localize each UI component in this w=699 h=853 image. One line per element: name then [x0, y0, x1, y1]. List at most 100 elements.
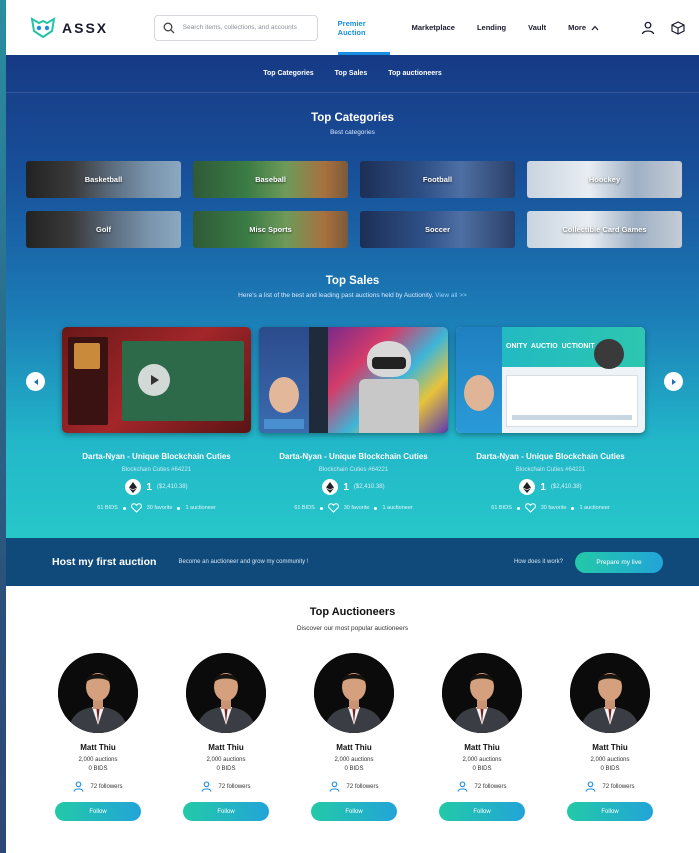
carousel-next-button[interactable]	[664, 372, 683, 391]
follow-button[interactable]: Follow	[55, 802, 141, 821]
sale-card[interactable]: Darta-Nyan - Unique Blockchain Cuties Bl…	[62, 327, 251, 513]
sale-card-title: Darta-Nyan - Unique Blockchain Cuties	[476, 452, 625, 461]
category-misc-sports[interactable]: Misc Sports	[193, 211, 348, 248]
sub-nav: Top Categories Top Sales Top auctioneers	[6, 55, 699, 93]
followers-count: 72 followers	[90, 783, 123, 790]
follow-button[interactable]: Follow	[567, 802, 653, 821]
ethereum-icon	[125, 479, 142, 495]
auctioneer-followers: 72 followers	[329, 781, 379, 792]
auctioneer-bids: 0 BIDS	[88, 766, 108, 772]
avatar[interactable]	[570, 653, 650, 733]
separator-dot	[374, 506, 378, 510]
category-football[interactable]: Football	[360, 161, 515, 198]
nav-more[interactable]: More	[568, 0, 599, 55]
view-all-link[interactable]: View all >>	[435, 292, 467, 299]
heart-icon[interactable]	[130, 503, 142, 513]
subnav-top-categories[interactable]: Top Categories	[263, 70, 313, 77]
category-golf[interactable]: Golf	[26, 211, 181, 248]
followers-count: 72 followers	[474, 783, 507, 790]
chevron-up-icon	[591, 25, 599, 30]
auctioneer-bids: 0 BIDS	[216, 766, 236, 772]
auctioneer-list: Matt Thiu 2,000 auctions 0 BIDS 72 follo…	[55, 653, 653, 821]
follow-button[interactable]: Follow	[311, 802, 397, 821]
top-sales-cards: Darta-Nyan - Unique Blockchain Cuties Bl…	[62, 327, 645, 513]
top-auctioneers-subtitle: Discover our most popular auctioneers	[296, 625, 409, 632]
top-auctioneers-title: Top Auctioneers	[309, 606, 396, 618]
cube-icon[interactable]	[671, 20, 685, 35]
auctioneer-count: 1 auctioneer	[579, 505, 610, 511]
category-label: Baseball	[255, 175, 286, 184]
followers-count: 72 followers	[218, 783, 251, 790]
category-label: Basketball	[84, 175, 123, 184]
sale-card[interactable]: ONITY AUCTIO UCTIONIT Darta-Nyan - Uniqu…	[456, 327, 645, 513]
user-icon[interactable]	[641, 21, 655, 35]
prepare-live-button[interactable]: Prepare my live	[575, 551, 663, 573]
how-it-works-link[interactable]: How does it work?	[514, 559, 563, 565]
category-label: Collectible Card Games	[562, 225, 647, 234]
sale-card[interactable]: Darta-Nyan - Unique Blockchain Cuties Bl…	[259, 327, 448, 513]
category-hoockey[interactable]: Hoockey	[527, 161, 682, 198]
auctioneer-auctions: 2,000 auctions	[334, 757, 374, 763]
nav-lending[interactable]: Lending	[477, 0, 506, 55]
top-sales-subtitle-text: Here's a list of the best and leading pa…	[238, 292, 434, 299]
avatar-portrait	[570, 653, 650, 733]
follow-button[interactable]: Follow	[183, 802, 269, 821]
category-collectible-card-games[interactable]: Collectible Card Games	[527, 211, 682, 248]
sale-card-image[interactable]	[62, 327, 251, 433]
subnav-top-auctioneers[interactable]: Top auctioneers	[388, 70, 442, 77]
auctioneer-followers: 72 followers	[585, 781, 635, 792]
category-baseball[interactable]: Baseball	[193, 161, 348, 198]
sale-card-price: 1 ($2,410.38)	[259, 479, 448, 495]
nav-premier-auction[interactable]: Premier Auction	[337, 0, 390, 55]
search-box[interactable]	[153, 14, 318, 41]
avatar-portrait	[186, 653, 266, 733]
bids-count: 61 BIDS	[294, 505, 315, 511]
sale-card-image[interactable]: ONITY AUCTIO UCTIONIT	[456, 327, 645, 433]
host-title: Host my first auction	[52, 556, 157, 568]
category-grid: Basketball Baseball Football Hoockey Gol…	[26, 161, 682, 248]
auctioneer-bids: 0 BIDS	[344, 766, 364, 772]
carousel-prev-button[interactable]	[26, 372, 45, 391]
follow-button[interactable]: Follow	[439, 802, 525, 821]
separator-dot	[571, 506, 575, 510]
heart-icon[interactable]	[524, 503, 536, 513]
sale-card-title: Darta-Nyan - Unique Blockchain Cuties	[82, 452, 231, 461]
ethereum-icon	[519, 479, 536, 495]
search-input[interactable]	[182, 24, 309, 31]
main-nav: Premier Auction Marketplace Lending Vaul…	[337, 0, 621, 55]
sale-card-image[interactable]	[259, 327, 448, 433]
avatar[interactable]	[58, 653, 138, 733]
auctioneer-bids: 0 BIDS	[600, 766, 620, 772]
price-usd: ($2,410.38)	[156, 484, 188, 490]
top-auctioneers-section: Top Auctioneers Discover our most popula…	[6, 586, 699, 853]
logo[interactable]: ASSX	[30, 16, 146, 39]
avatar[interactable]	[442, 653, 522, 733]
avatar[interactable]	[186, 653, 266, 733]
category-label: Football	[422, 175, 453, 184]
auctioneer-followers: 72 followers	[73, 781, 123, 792]
sale-card-subtitle: Blockchain Cuties #64221	[318, 467, 389, 473]
avatar[interactable]	[314, 653, 394, 733]
nav-label: More	[568, 23, 586, 32]
user-icon	[457, 781, 469, 792]
heart-icon[interactable]	[327, 503, 339, 513]
nav-marketplace[interactable]: Marketplace	[412, 0, 455, 55]
auctioneer-card: Matt Thiu 2,000 auctions 0 BIDS 72 follo…	[311, 653, 397, 821]
sale-card-stats: 61 BIDS 30 favorite 1 auctioneer	[456, 503, 645, 513]
auctioneer-auctions: 2,000 auctions	[78, 757, 118, 763]
subnav-top-sales[interactable]: Top Sales	[335, 70, 368, 77]
category-label: Golf	[96, 225, 111, 234]
chevron-right-icon	[671, 378, 676, 385]
sale-card-title: Darta-Nyan - Unique Blockchain Cuties	[279, 452, 428, 461]
nav-vault[interactable]: Vault	[528, 0, 546, 55]
search-icon	[163, 22, 175, 33]
category-soccer[interactable]: Soccer	[360, 211, 515, 248]
avatar-portrait	[58, 653, 138, 733]
category-basketball[interactable]: Basketball	[26, 161, 181, 198]
top-sales-title: Top Sales	[325, 275, 380, 287]
user-icon	[73, 781, 85, 792]
page: ASSX Premier Auction Marketplace Lending…	[6, 0, 699, 853]
nav-label: Premier Auction	[337, 18, 366, 37]
separator-dot	[122, 506, 126, 510]
play-button[interactable]	[138, 364, 170, 396]
